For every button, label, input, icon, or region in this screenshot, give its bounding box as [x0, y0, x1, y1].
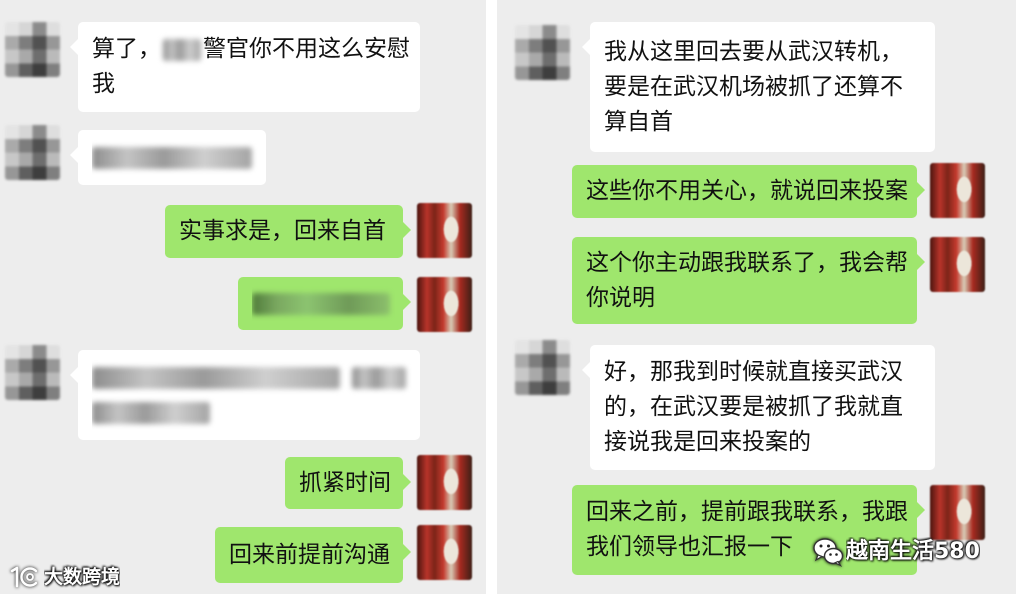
message-content: 抓紧时间	[299, 466, 395, 501]
contact-avatar[interactable]	[5, 125, 60, 180]
sent-message-bubble[interactable]: 抓紧时间	[285, 457, 411, 509]
message-line	[252, 286, 395, 321]
brand-logo-icon	[10, 566, 38, 588]
sent-message-bubble[interactable]: 这些你不用关心，就说回来投案	[572, 165, 925, 218]
received-message-bubble[interactable]: 我从这里回去要从武汉转机， 要是在武汉机场被抓了还算不 算自首	[582, 22, 935, 152]
message-line: 这个你主动跟我联系了，我会帮	[586, 246, 909, 281]
message-text: 回来之前，提前跟我联系，我跟	[586, 499, 908, 525]
watermark-text-left: 大数跨境	[44, 566, 121, 588]
sent-message-bubble[interactable]	[238, 277, 411, 330]
sent-message-bubble[interactable]: 回来前提前沟通	[215, 527, 411, 583]
message-content: 这些你不用关心，就说回来投案	[586, 174, 909, 209]
message-line	[92, 360, 412, 395]
contact-avatar[interactable]	[515, 25, 570, 80]
message-text: 算了，	[92, 36, 161, 62]
message-content: 实事求是，回来自首	[179, 214, 395, 249]
message-line: 抓紧时间	[299, 466, 395, 501]
message-line: 好，那我到时候就直接买武汉	[604, 355, 927, 390]
message-text: 回来前提前沟通	[229, 541, 390, 568]
contact-avatar[interactable]	[5, 345, 60, 400]
message-line: 接说我是回来投案的	[604, 425, 927, 460]
message-text: 这些你不用关心，就说回来投案	[586, 178, 908, 204]
message-content	[92, 140, 258, 175]
contact-avatar[interactable]	[5, 22, 60, 77]
message-text: 这个你主动跟我联系了，我会帮	[586, 249, 908, 276]
message-content	[252, 286, 395, 321]
message-line: 我从这里回去要从武汉转机，	[604, 35, 927, 70]
redacted-text	[92, 401, 210, 424]
message-line: 你说明	[586, 281, 909, 316]
message-text: 我从这里回去要从武汉转机，	[604, 38, 903, 65]
message-text: 你说明	[586, 284, 655, 311]
message-line: 回来之前，提前跟我联系，我跟	[586, 495, 909, 530]
message-text: 算自首	[604, 108, 673, 135]
message-line: 要是在武汉机场被抓了还算不	[604, 70, 927, 105]
message-text: 抓紧时间	[299, 469, 391, 496]
message-line: 回来前提前沟通	[229, 538, 395, 573]
message-content: 回来前提前沟通	[229, 538, 395, 573]
message-line	[92, 140, 258, 175]
sent-message-bubble[interactable]: 这个你主动跟我联系了，我会帮 你说明	[572, 237, 925, 324]
received-message-bubble[interactable]	[70, 130, 266, 185]
message-content: 好，那我到时候就直接买武汉 的，在武汉要是被抓了我就直 接说我是回来投案的	[604, 355, 927, 460]
self-avatar[interactable]	[417, 525, 472, 580]
message-line: 的，在武汉要是被抓了我就直	[604, 390, 927, 425]
message-line: 我	[92, 67, 412, 102]
message-content: 算了， 警官你不用这么安慰 我	[92, 32, 412, 102]
received-message-bubble[interactable]: 算了， 警官你不用这么安慰 我	[70, 22, 420, 112]
message-text: 我们领导也汇报一下	[586, 534, 793, 560]
redacted-text	[352, 366, 406, 389]
message-line: 算了， 警官你不用这么安慰	[92, 32, 412, 67]
message-text: 好，那我到时候就直接买武汉	[604, 359, 903, 385]
message-text: 警官你不用这么安慰	[203, 36, 410, 62]
redacted-text	[92, 366, 340, 389]
left-chat-panel: 算了， 警官你不用这么安慰 我 实事求是，回来自首 抓紧时间 回来前提前沟通	[0, 0, 486, 594]
message-text: 我	[92, 71, 115, 97]
redacted-text	[92, 146, 252, 169]
self-avatar[interactable]	[930, 237, 985, 292]
watermark-text-right: 越南生活580	[846, 539, 980, 564]
received-message-bubble[interactable]	[70, 350, 420, 440]
wechat-icon	[813, 538, 844, 567]
message-line: 算自首	[604, 105, 927, 140]
received-message-bubble[interactable]: 好，那我到时候就直接买武汉 的，在武汉要是被抓了我就直 接说我是回来投案的	[582, 345, 935, 470]
self-avatar[interactable]	[417, 203, 472, 258]
message-text: 接说我是回来投案的	[604, 429, 811, 455]
self-avatar[interactable]	[930, 485, 985, 540]
sent-message-bubble[interactable]: 实事求是，回来自首	[165, 205, 411, 258]
message-text: 要是在武汉机场被抓了还算不	[604, 73, 903, 100]
contact-avatar[interactable]	[515, 340, 570, 395]
message-line: 实事求是，回来自首	[179, 214, 395, 249]
redacted-name	[163, 38, 201, 61]
message-text: 的，在武汉要是被抓了我就直	[604, 394, 903, 420]
right-chat-panel: 我从这里回去要从武汉转机， 要是在武汉机场被抓了还算不 算自首 这些你不用关心，…	[497, 0, 1016, 594]
message-line	[92, 395, 412, 430]
message-line: 这些你不用关心，就说回来投案	[586, 174, 909, 209]
message-content: 我从这里回去要从武汉转机， 要是在武汉机场被抓了还算不 算自首	[604, 35, 927, 140]
message-text: 实事求是，回来自首	[179, 218, 386, 244]
self-avatar[interactable]	[417, 455, 472, 510]
redacted-text	[252, 292, 390, 315]
message-content	[92, 360, 412, 430]
message-content: 这个你主动跟我联系了，我会帮 你说明	[586, 246, 909, 316]
self-avatar[interactable]	[930, 163, 985, 218]
self-avatar[interactable]	[417, 277, 472, 332]
